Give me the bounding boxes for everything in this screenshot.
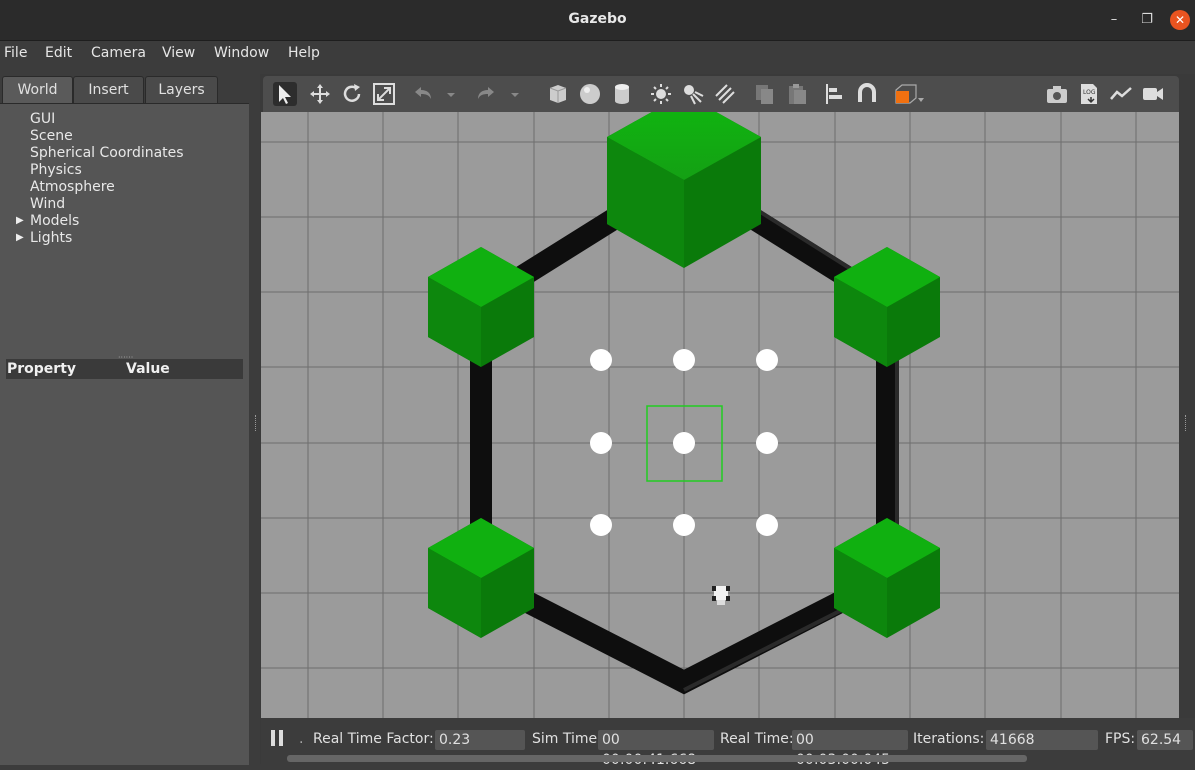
tab-layers[interactable]: Layers (145, 76, 218, 103)
tree-item-wind[interactable]: Wind (30, 196, 65, 212)
status-bar: . Real Time Factor: 0.23 Sim Time: 00 00… (261, 718, 1195, 768)
pause-icon-bar[interactable] (279, 730, 283, 746)
redo-icon[interactable] (474, 82, 498, 106)
menu-file[interactable]: File (4, 45, 27, 61)
menu-bar: File Edit Camera View Window Help (0, 41, 1195, 67)
tab-insert[interactable]: Insert (73, 76, 144, 103)
spot-light-icon[interactable] (681, 82, 705, 106)
fps-value: 62.54 (1137, 730, 1193, 750)
marker-dot (756, 432, 778, 454)
left-panel: World Insert Layers GUI Scene Spherical … (0, 74, 250, 765)
iterations-label: Iterations: (913, 731, 985, 747)
horizontal-scrollbar[interactable] (287, 755, 1027, 762)
tab-world[interactable]: World (2, 76, 73, 103)
marker-dot (673, 432, 695, 454)
plot-icon[interactable] (1109, 82, 1133, 106)
rotate-icon[interactable] (340, 82, 364, 106)
marker-dot (756, 349, 778, 371)
copy-icon[interactable] (753, 82, 777, 106)
property-column-header: Property (7, 361, 77, 377)
marker-dot (590, 514, 612, 536)
paste-icon[interactable] (785, 82, 809, 106)
title-bar: Gazebo – ❐ ✕ (0, 0, 1195, 41)
world-tree-pane: GUI Scene Spherical Coordinates Physics … (0, 103, 249, 765)
property-table-header: Property Value (6, 359, 243, 379)
pause-icon[interactable] (271, 730, 275, 746)
value-column-header: Value (126, 361, 170, 377)
video-record-icon[interactable] (1141, 82, 1165, 106)
align-icon[interactable] (823, 82, 847, 106)
marker-dot (673, 514, 695, 536)
sim-time-value: 00 00:00:41.668 (598, 730, 714, 768)
marker-dot (673, 349, 695, 371)
right-panel-handle[interactable] (1185, 415, 1190, 431)
tree-item-spherical-coordinates[interactable]: Spherical Coordinates (30, 145, 184, 161)
real-time-value: 00 00:03:00.045 (792, 730, 908, 768)
tree-item-physics[interactable]: Physics (30, 162, 82, 178)
toolbar: LOG (263, 76, 1179, 112)
select-arrow-icon[interactable] (273, 82, 297, 106)
menu-edit[interactable]: Edit (45, 45, 72, 61)
close-icon[interactable]: ✕ (1170, 10, 1190, 30)
marker-dot (756, 514, 778, 536)
maximize-icon[interactable]: ❐ (1137, 10, 1157, 30)
screenshot-icon[interactable] (1045, 82, 1069, 106)
window-title: Gazebo (568, 11, 627, 27)
redo-dropdown-icon[interactable] (509, 82, 521, 106)
real-time-factor-value: 0.23 (435, 730, 525, 750)
svg-text:LOG: LOG (1083, 89, 1096, 96)
tree-item-models[interactable]: Models (30, 213, 79, 229)
menu-view[interactable]: View (162, 45, 195, 61)
tree-item-gui[interactable]: GUI (30, 111, 55, 127)
sim-time-label: Sim Time: (532, 731, 602, 747)
marker-dot (590, 349, 612, 371)
tree-item-lights[interactable]: Lights (30, 230, 72, 246)
fps-label: FPS: (1105, 731, 1136, 747)
minimize-icon[interactable]: – (1104, 10, 1124, 30)
box-shape-icon[interactable] (546, 82, 570, 106)
scene-render[interactable] (261, 112, 1179, 718)
snap-icon[interactable] (855, 82, 879, 106)
expand-arrow-icon[interactable]: ▶ (16, 215, 24, 226)
marker-dot (590, 432, 612, 454)
tree-item-scene[interactable]: Scene (30, 128, 73, 144)
undo-icon[interactable] (411, 82, 435, 106)
scene-viewport[interactable] (261, 112, 1179, 718)
cylinder-shape-icon[interactable] (610, 82, 634, 106)
menu-help[interactable]: Help (288, 45, 320, 61)
menu-window[interactable]: Window (214, 45, 269, 61)
expand-arrow-icon[interactable]: ▶ (16, 232, 24, 243)
step-dot: . (299, 731, 304, 747)
undo-dropdown-icon[interactable] (445, 82, 457, 106)
tree-item-atmosphere[interactable]: Atmosphere (30, 179, 115, 195)
real-time-label: Real Time: (720, 731, 794, 747)
scale-icon[interactable] (372, 82, 396, 106)
translate-icon[interactable] (308, 82, 332, 106)
iterations-value: 41668 (986, 730, 1098, 750)
real-time-factor-label: Real Time Factor: (313, 731, 434, 747)
menu-camera[interactable]: Camera (91, 45, 146, 61)
log-icon[interactable]: LOG (1077, 82, 1101, 106)
sphere-shape-icon[interactable] (578, 82, 602, 106)
point-light-icon[interactable] (649, 82, 673, 106)
view-angle-icon[interactable] (893, 82, 925, 106)
directional-light-icon[interactable] (713, 82, 737, 106)
